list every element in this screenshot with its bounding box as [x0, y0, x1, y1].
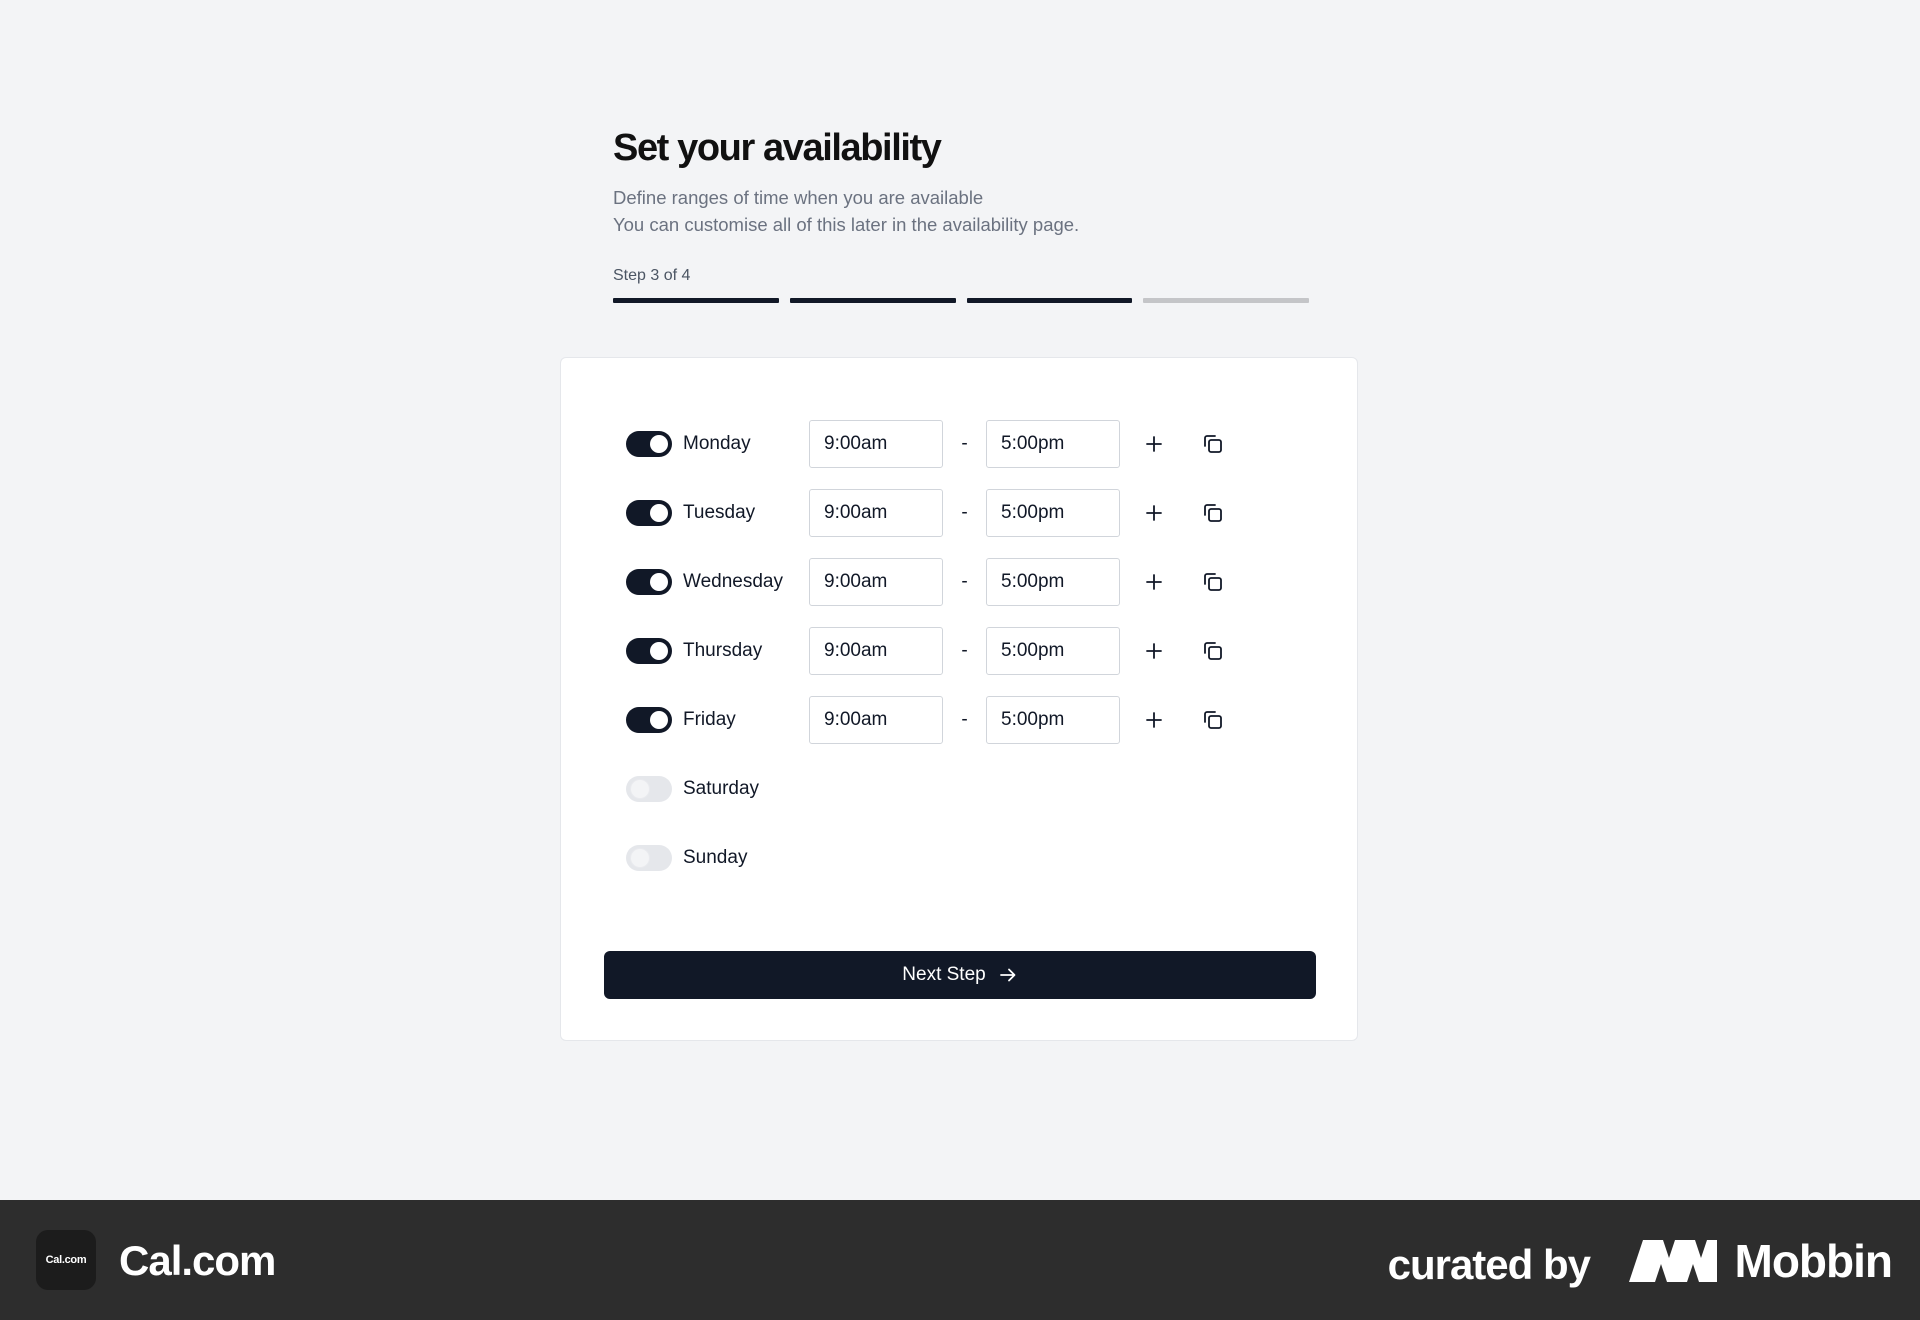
start-time-wednesday[interactable]: 9:00am [809, 558, 943, 606]
footer-bar: Cal.com Cal.com curated by Mobbin [0, 1200, 1920, 1320]
copy-icon [1204, 504, 1222, 522]
range-separator: - [961, 433, 968, 454]
start-time-friday[interactable]: 9:00am [809, 696, 943, 744]
end-time-monday[interactable]: 5:00pm [986, 420, 1120, 468]
mobbin-logo: Mobbin [1628, 1235, 1893, 1287]
subtitle-line-1: Define ranges of time when you are avail… [613, 187, 984, 208]
next-step-button[interactable]: Next Step [604, 951, 1316, 999]
range-separator: - [961, 640, 968, 661]
mobbin-mark-icon [1628, 1240, 1717, 1282]
plus-icon [1146, 436, 1162, 452]
day-label-tuesday: Tuesday [683, 502, 756, 523]
cal-com-logo: Cal.com [36, 1230, 96, 1290]
curated-by-label: curated by [1387, 1241, 1591, 1288]
day-toggle-saturday[interactable] [626, 776, 672, 802]
range-separator: - [961, 709, 968, 730]
subtitle-line-2: You can customise all of this later in t… [613, 214, 1080, 235]
add-range-button-friday[interactable] [1134, 700, 1174, 740]
plus-icon [1146, 643, 1162, 659]
copy-times-button-wednesday[interactable] [1193, 562, 1233, 602]
cal-com-logo-text: Cal.com [45, 1254, 87, 1266]
day-label-saturday: Saturday [683, 778, 760, 799]
day-toggle-thursday[interactable] [626, 638, 672, 664]
toggle-knob [650, 435, 668, 453]
end-time-friday[interactable]: 5:00pm [986, 696, 1120, 744]
progress-segment-1 [613, 298, 779, 303]
day-row-friday: Friday 9:00am - 5:00pm [626, 696, 1233, 744]
step-label: Step 3 of 4 [613, 267, 691, 284]
availability-card: Monday 9:00am - 5:00pm Tuesday 9:00am - … [560, 357, 1358, 1041]
add-range-button-wednesday[interactable] [1134, 562, 1174, 602]
add-range-button-tuesday[interactable] [1134, 493, 1174, 533]
toggle-knob [650, 573, 668, 591]
day-row-monday: Monday 9:00am - 5:00pm [626, 420, 1233, 468]
day-toggle-monday[interactable] [626, 431, 672, 457]
copy-icon [1204, 573, 1222, 591]
page-title: Set your availability [613, 127, 942, 169]
toggle-knob [650, 642, 668, 660]
day-label-friday: Friday [683, 709, 736, 730]
add-range-button-thursday[interactable] [1134, 631, 1174, 671]
day-label-wednesday: Wednesday [683, 571, 783, 592]
toggle-knob [631, 780, 649, 798]
step-progress [613, 298, 1309, 303]
start-time-tuesday[interactable]: 9:00am [809, 489, 943, 537]
day-toggle-tuesday[interactable] [626, 500, 672, 526]
day-row-saturday: Saturday [626, 765, 809, 813]
copy-times-button-monday[interactable] [1193, 424, 1233, 464]
day-row-thursday: Thursday 9:00am - 5:00pm [626, 627, 1233, 675]
day-row-sunday: Sunday [626, 834, 809, 882]
day-toggle-friday[interactable] [626, 707, 672, 733]
range-separator: - [961, 571, 968, 592]
progress-segment-4 [1143, 298, 1309, 303]
start-time-thursday[interactable]: 9:00am [809, 627, 943, 675]
day-label-sunday: Sunday [683, 847, 748, 868]
progress-segment-3 [966, 298, 1133, 303]
toggle-knob [650, 504, 668, 522]
next-step-label: Next Step [902, 964, 986, 985]
day-label-thursday: Thursday [683, 640, 763, 661]
brand-name: Cal.com [119, 1237, 276, 1284]
day-row-wednesday: Wednesday 9:00am - 5:00pm [626, 558, 1233, 606]
copy-icon [1204, 711, 1222, 729]
progress-segment-2 [789, 298, 956, 303]
range-separator: - [961, 502, 968, 523]
end-time-tuesday[interactable]: 5:00pm [986, 489, 1120, 537]
end-time-wednesday[interactable]: 5:00pm [986, 558, 1120, 606]
copy-times-button-thursday[interactable] [1193, 631, 1233, 671]
day-row-tuesday: Tuesday 9:00am - 5:00pm [626, 489, 1233, 537]
page-header: Set your availability Define ranges of t… [613, 122, 1313, 238]
copy-times-button-friday[interactable] [1193, 700, 1233, 740]
mobbin-wordmark: Mobbin [1734, 1235, 1893, 1287]
add-range-button-monday[interactable] [1134, 424, 1174, 464]
toggle-knob [631, 849, 649, 867]
plus-icon [1146, 574, 1162, 590]
day-toggle-wednesday[interactable] [626, 569, 672, 595]
arrow-right-icon [998, 965, 1018, 985]
start-time-monday[interactable]: 9:00am [809, 420, 943, 468]
copy-times-button-tuesday[interactable] [1193, 493, 1233, 533]
copy-icon [1204, 642, 1222, 660]
copy-icon [1204, 435, 1222, 453]
day-label-monday: Monday [683, 433, 751, 454]
toggle-knob [650, 711, 668, 729]
plus-icon [1146, 712, 1162, 728]
page-subtitle: Define ranges of time when you are avail… [613, 184, 1313, 238]
day-toggle-sunday[interactable] [626, 845, 672, 871]
end-time-thursday[interactable]: 5:00pm [986, 627, 1120, 675]
plus-icon [1146, 505, 1162, 521]
